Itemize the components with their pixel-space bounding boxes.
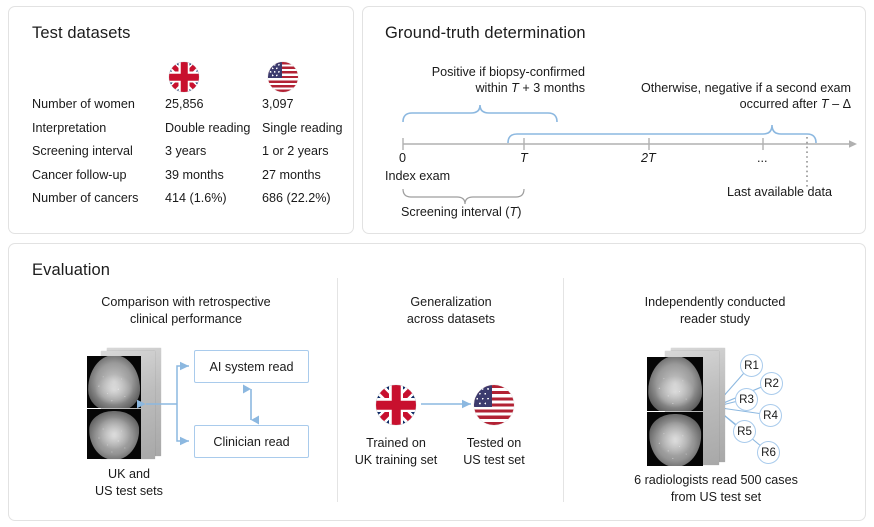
ai-system-read-box[interactable]: AI system read [194,350,309,383]
row-label: Screening interval [32,144,133,158]
split-to-ai-line [177,366,189,404]
column-title-comparison: Comparison with retrospective clinical p… [61,294,311,327]
positive-note-line1: Positive if biopsy-confirmed [385,64,585,80]
axis-label-ellipsis: ... [757,151,768,165]
page-title-test-datasets: Test datasets [32,24,131,43]
row-value-uk: 414 (1.6%) [165,191,227,205]
row-value-uk: 39 months [165,168,224,182]
row-value-uk: 3 years [165,144,206,158]
column-caption-test-sets: UK and US test sets [69,466,189,499]
reader-node-r3: R3 [735,388,758,411]
mammogram-stack-reader-study [647,348,733,466]
axis-label-0: 0 [399,151,406,165]
column-divider-1 [337,278,338,502]
uk-flag-icon [376,385,416,425]
test-datasets-panel: Test datasets Number of women 25,856 3,0… [8,6,354,234]
row-value-us: Single reading [262,121,343,135]
positive-note-line2: within T + 3 months [385,80,585,96]
column-divider-2 [563,278,564,502]
mammogram-stack-uk-us [87,348,169,460]
column-title-reader-study: Independently conducted reader study [591,294,839,327]
row-value-us: 1 or 2 years [262,144,329,158]
positive-window-brace [403,105,557,122]
page-title-ground-truth: Ground-truth determination [385,24,586,43]
column-caption-trained-on: Trained on UK training set [336,435,456,468]
mammogram-view-cc [647,357,703,411]
us-flag-icon [474,385,514,425]
screening-interval-label: Screening interval (T) [401,205,521,219]
reader-node-r1: R1 [740,354,763,377]
reader-node-r5: R5 [733,420,756,443]
mammogram-view-cc [87,356,141,408]
row-label: Cancer follow-up [32,168,127,182]
negative-note-line2: occurred after T – Δ [563,96,851,112]
axis-arrowhead [849,140,857,148]
screening-interval-brace [403,189,524,204]
column-caption-tested-on: Tested on US test set [441,435,547,468]
reader-node-r4: R4 [759,404,782,427]
negative-criterion-note: Otherwise, negative if a second exam occ… [563,80,851,112]
row-value-us: 27 months [262,168,321,182]
evaluation-panel: Evaluation Comparison with retrospective… [8,243,866,521]
negative-note-line1: Otherwise, negative if a second exam [563,80,851,96]
row-label: Interpretation [32,121,106,135]
axis-label-2T: 2T [641,151,656,165]
clinician-read-box[interactable]: Clinician read [194,425,309,458]
axis-label-T: T [520,151,528,165]
last-available-data-label: Last available data [727,185,832,199]
mammogram-view-mlo [87,409,141,459]
column-caption-reader-study: 6 radiologists read 500 cases from US te… [583,472,849,505]
reader-node-r2: R2 [760,372,783,395]
split-to-clinician-line [177,404,189,441]
row-label: Number of cancers [32,191,138,205]
positive-criterion-note: Positive if biopsy-confirmed within T + … [385,64,585,96]
mammogram-view-mlo [647,412,703,466]
uk-flag-icon [169,62,199,92]
row-value-uk: Double reading [165,121,250,135]
us-flag-icon [268,62,298,92]
row-value-us: 3,097 [262,97,294,111]
column-title-generalization: Generalization across datasets [353,294,549,327]
ground-truth-panel: Ground-truth determination Positive if b… [362,6,866,234]
index-exam-label: Index exam [385,169,450,183]
row-value-uk: 25,856 [165,97,204,111]
negative-window-brace [508,125,816,143]
reader-node-r6: R6 [757,441,780,464]
page-title-evaluation: Evaluation [32,261,110,280]
row-value-us: 686 (22.2%) [262,191,331,205]
row-label: Number of women [32,97,135,111]
